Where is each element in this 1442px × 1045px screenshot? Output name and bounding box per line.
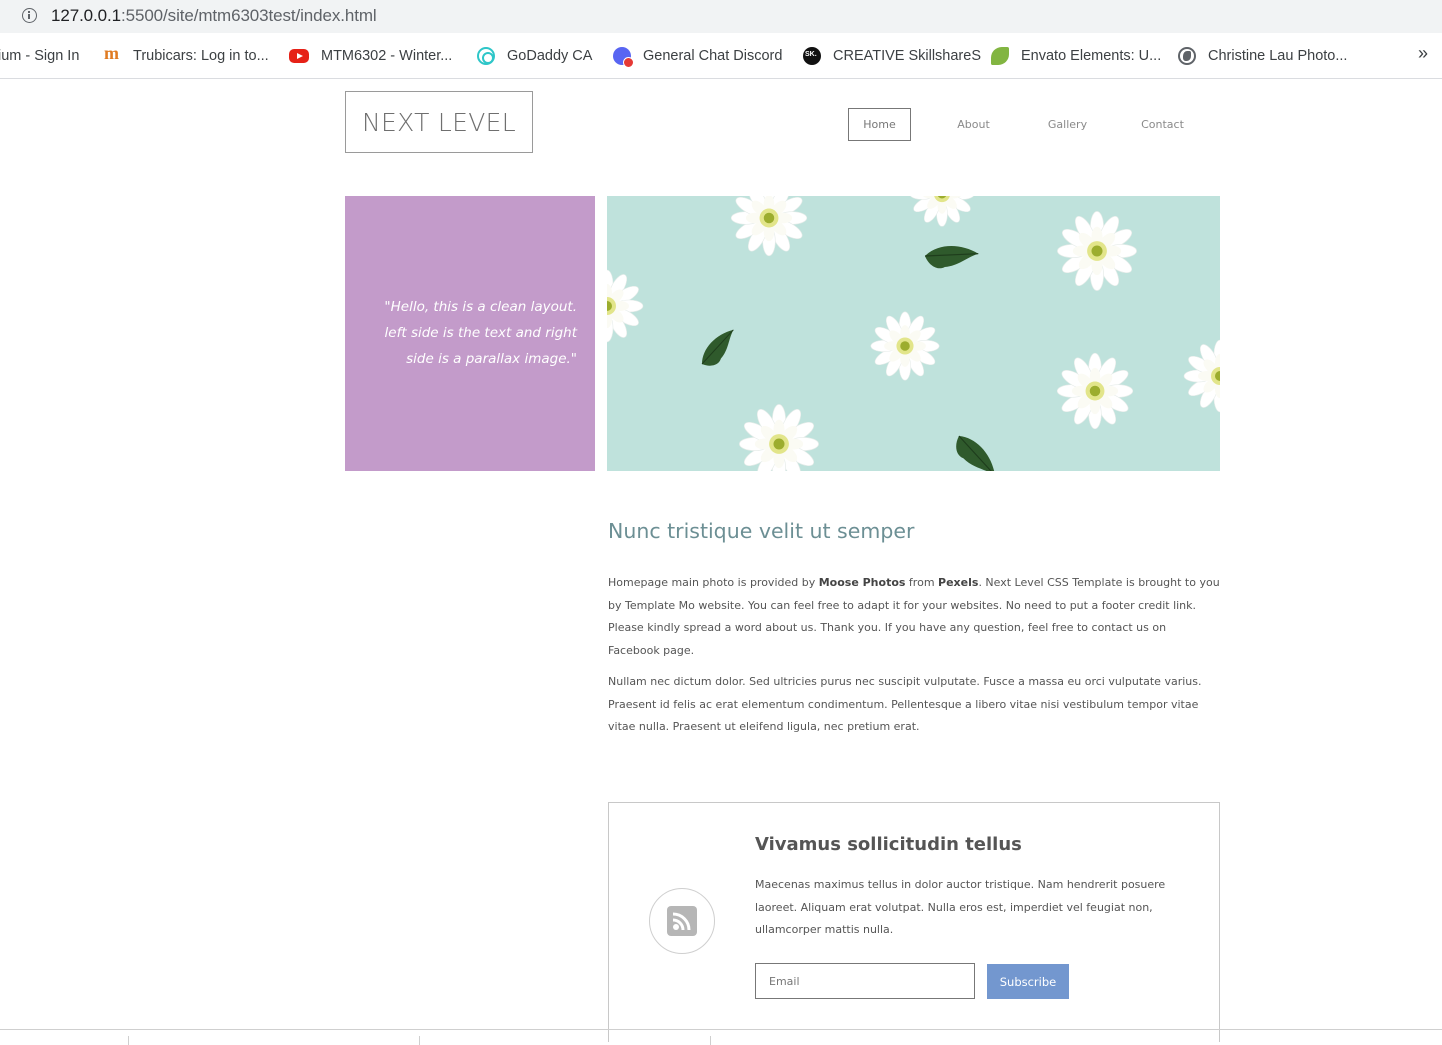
photo-credit-link[interactable]: Moose Photos	[819, 576, 906, 589]
card-text: Maecenas maximus tellus in dolor auctor …	[755, 878, 1166, 936]
moodle-icon	[103, 43, 121, 65]
skillshare-icon	[803, 47, 821, 65]
godaddy-icon	[477, 47, 495, 65]
discord-icon	[613, 47, 634, 68]
divider-line	[0, 1029, 1442, 1030]
globe-icon	[1178, 47, 1196, 65]
divider-tick	[710, 1036, 711, 1045]
nav-home[interactable]: Home	[848, 108, 911, 141]
card-title: Vivamus sollicitudin tellus	[755, 834, 1022, 855]
site-logo[interactable]: NEXT LEVEL	[345, 91, 533, 153]
divider-tick	[128, 1036, 129, 1045]
bookmark-discord[interactable]: General Chat Discord	[613, 46, 783, 68]
divider-tick	[419, 1036, 420, 1045]
nav-contact[interactable]: Contact	[1131, 108, 1194, 141]
bookmark-skillshare[interactable]: CREATIVE SkillshareS	[803, 46, 981, 66]
bookmark-godaddy[interactable]: GoDaddy CA	[477, 46, 592, 66]
more-bookmarks-button[interactable]: »	[1418, 43, 1428, 64]
bookmark-trubicars[interactable]: Trubicars: Log in to...	[103, 43, 269, 66]
url-text[interactable]: 127.0.0.1:5500/site/mtm6303test/index.ht…	[51, 6, 377, 26]
subscribe-card: Vivamus sollicitudin tellus Maecenas max…	[608, 802, 1220, 1042]
section-heading: Nunc tristique velit ut semper	[608, 519, 915, 543]
youtube-icon	[289, 49, 309, 63]
bookmark-label: ium - Sign In	[0, 48, 80, 64]
subscribe-button[interactable]: Subscribe	[987, 964, 1069, 999]
bookmark-sign-in[interactable]: ium - Sign In	[0, 46, 79, 66]
bookmark-mtm6302[interactable]: MTM6302 - Winter...	[289, 46, 452, 66]
bookmark-label: General Chat Discord	[643, 48, 783, 64]
bookmark-label: MTM6302 - Winter...	[321, 48, 453, 64]
bookmark-label: CREATIVE SkillshareS	[833, 48, 981, 64]
url-path: :5500/site/mtm6303test/index.html	[121, 6, 377, 25]
bookmark-label: Trubicars: Log in to...	[133, 48, 269, 64]
quote-text: "Hello, this is a clean layout. left sid…	[384, 299, 577, 367]
para-text: Homepage main photo is provided by	[608, 576, 819, 589]
rss-badge	[649, 888, 715, 954]
rss-icon	[667, 906, 697, 936]
bookmarks-bar: ium - Sign In Trubicars: Log in to... MT…	[0, 33, 1442, 79]
bookmark-envato[interactable]: Envato Elements: U...	[991, 46, 1161, 66]
nav-about[interactable]: About	[942, 108, 1005, 141]
envato-icon	[991, 47, 1009, 65]
hero-image	[607, 196, 1220, 471]
address-bar: 127.0.0.1:5500/site/mtm6303test/index.ht…	[0, 0, 1442, 33]
bookmark-christine-lau[interactable]: Christine Lau Photo...	[1178, 46, 1347, 66]
info-icon[interactable]	[22, 8, 37, 23]
email-input[interactable]	[755, 963, 975, 999]
logo-text: NEXT LEVEL	[362, 107, 516, 137]
bookmark-label: GoDaddy CA	[507, 48, 593, 64]
flowers-illustration	[607, 196, 1220, 471]
bookmark-label: Christine Lau Photo...	[1208, 48, 1348, 64]
nav-gallery[interactable]: Gallery	[1036, 108, 1099, 141]
url-host: 127.0.0.1	[51, 6, 121, 25]
intro-paragraph: Homepage main photo is provided by Moose…	[608, 572, 1220, 662]
second-paragraph: Nullam nec dictum dolor. Sed ultricies p…	[608, 675, 1202, 733]
quote-box: "Hello, this is a clean layout. left sid…	[345, 196, 595, 471]
bookmark-label: Envato Elements: U...	[1021, 48, 1162, 64]
para-text: from	[905, 576, 939, 589]
pexels-link[interactable]: Pexels	[938, 576, 978, 589]
